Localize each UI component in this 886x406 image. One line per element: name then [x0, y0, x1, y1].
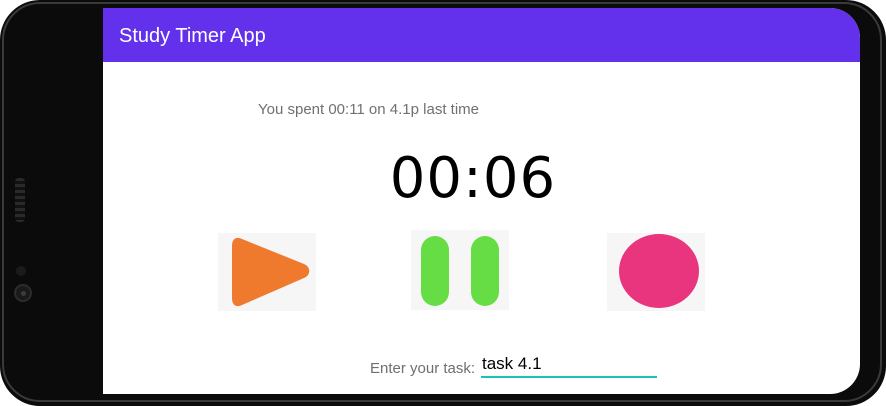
app-title: Study Timer App: [119, 25, 266, 47]
front-camera: [14, 284, 32, 302]
play-button[interactable]: [218, 233, 316, 311]
pause-icon: [421, 236, 499, 306]
timer-display: 00:06: [389, 146, 557, 211]
phone-frame: Study Timer App You spent 00:11 on 4.1p …: [0, 0, 886, 406]
app-screen: Study Timer App You spent 00:11 on 4.1p …: [103, 8, 860, 394]
task-input[interactable]: [481, 352, 657, 378]
phone-sensor: [16, 266, 26, 276]
app-bar: Study Timer App: [103, 8, 860, 62]
pause-button[interactable]: [411, 230, 509, 310]
phone-speaker: [15, 178, 25, 222]
task-label: Enter your task:: [370, 360, 476, 377]
stop-button[interactable]: [607, 233, 705, 311]
stop-icon: [619, 234, 699, 308]
play-icon: [232, 237, 310, 307]
last-session-summary: You spent 00:11 on 4.1p last time: [258, 101, 479, 118]
